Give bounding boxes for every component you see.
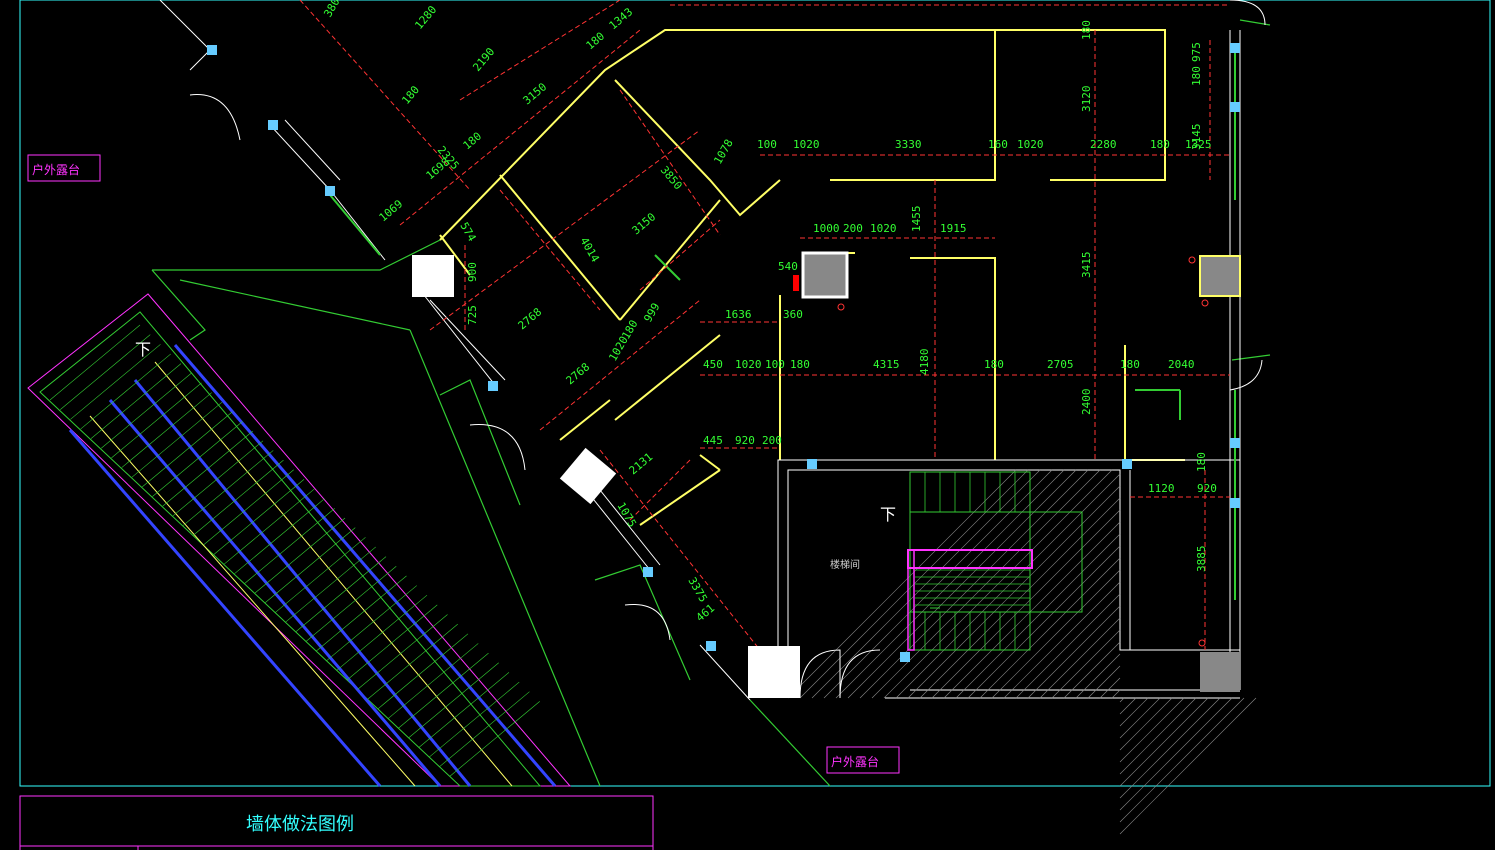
dim-mid-b-8: 2040	[1168, 358, 1195, 371]
dim-lower-2: 200	[762, 434, 782, 447]
dim-small-0: 540	[778, 260, 798, 273]
dim-mid-b-2: 100	[765, 358, 785, 371]
legend-title: 墙体做法图例	[246, 814, 354, 835]
dim-diag-21: 380	[321, 0, 342, 20]
dim-right-1: 920	[1197, 482, 1217, 495]
stair-hatch	[787, 469, 1257, 835]
dim-small-4: 725	[466, 305, 479, 325]
dim-mid-b-5: 180	[984, 358, 1004, 371]
terrace-label-2: 户外露台	[831, 754, 879, 769]
outer-contour	[151, 19, 1271, 787]
cad-floor-plan: 户外露台 户外露台 楼梯间 下 下 100 1020 3330 160 1020 2280…	[19, 0, 1491, 850]
dim-diag-9: 3850	[658, 164, 685, 193]
dim-top-1: 1020	[793, 138, 820, 151]
dim-small-2: 1636	[725, 308, 752, 321]
dim-mid-a-0: 1000	[813, 222, 840, 235]
diagonal-corridor	[159, 0, 751, 701]
dim-diag-16: 2768	[564, 360, 593, 387]
dim-small-3: 900	[466, 262, 479, 282]
dim-vert-m-2: 4180	[918, 349, 931, 376]
dim-vert-m-0: 3120	[1080, 86, 1093, 113]
stair-treads-lines	[915, 472, 1031, 650]
dim-diag-7: 180	[584, 30, 608, 53]
dim-vert-r-5: 180	[1195, 452, 1208, 472]
dim-top-3: 160	[988, 138, 1008, 151]
dim-mid-a-2: 1020	[870, 222, 897, 235]
dim-mid-b-7: 180	[1120, 358, 1140, 371]
stair-treads	[909, 471, 1083, 651]
dim-diag-17: 2131	[627, 450, 656, 477]
dim-top-4: 1020	[1017, 138, 1044, 151]
dim-diag-11: 4014	[577, 235, 602, 265]
dim-diag-12: 3150	[630, 210, 659, 237]
dim-diag-5: 180	[461, 130, 485, 153]
dim-diag-3: 3150	[521, 80, 550, 107]
dim-diag-20: 461	[694, 602, 718, 625]
dim-diag-2: 180	[399, 83, 422, 107]
dim-mid-b-4: 4315	[873, 358, 900, 371]
dim-lower-1: 920	[735, 434, 755, 447]
dim-vert-r-1: 180	[1190, 66, 1203, 86]
terrace-label-1: 户外露台	[32, 162, 80, 177]
dim-top-5: 2280	[1090, 138, 1117, 151]
dim-vert-r-6: 3885	[1195, 546, 1208, 573]
dim-vert-r-4: 2400	[1080, 389, 1093, 416]
stair-room-label: 楼梯间	[830, 558, 860, 571]
dim-mid-a-3: 1455	[910, 206, 923, 233]
dim-diag-19: 3375	[685, 575, 710, 604]
doors	[799, 0, 1266, 699]
dim-diag-0: 1280	[412, 3, 439, 32]
dimension-text: 100 1020 3330 160 1020 2280 180 13251000 200 1020…	[321, 0, 1217, 624]
dim-diag-18: 1075	[614, 500, 639, 529]
down-arrow-label-2: 下	[135, 340, 151, 359]
dim-mid-b-3: 180	[790, 358, 810, 371]
dim-mid-b-6: 2705	[1047, 358, 1074, 371]
dim-mid-a-1: 200	[843, 222, 863, 235]
dim-vert-r-2: 3145	[1190, 124, 1203, 151]
dim-small-1: 360	[783, 308, 803, 321]
dim-top-6: 180	[1150, 138, 1170, 151]
dim-lower-0: 445	[703, 434, 723, 447]
dim-mid-b-1: 1020	[735, 358, 762, 371]
dim-vert-r-0: 975	[1190, 42, 1203, 62]
escalator	[27, 293, 572, 787]
dim-vert-m-1: 180	[1080, 20, 1093, 40]
dim-diag-13: 1069	[377, 197, 406, 224]
legend-box: 墙体做法图例	[19, 795, 654, 850]
dim-diag-6: 1343	[607, 5, 636, 32]
down-arrow-label-1: 下	[880, 505, 896, 524]
dim-diag-1: 2190	[470, 45, 497, 74]
dim-mid-b-0: 450	[703, 358, 723, 371]
dim-top-2: 3330	[895, 138, 922, 151]
dim-diag-15: 2768	[516, 305, 545, 332]
dim-top-0: 100	[757, 138, 777, 151]
dim-diag-10: 1078	[711, 137, 736, 166]
dim-mid-a-4: 1915	[940, 222, 967, 235]
dim-small-6: 999	[641, 301, 662, 325]
dim-diag-14: 574	[457, 220, 478, 244]
dim-vert-r-3: 3415	[1080, 252, 1093, 279]
dim-right-0: 1120	[1148, 482, 1175, 495]
